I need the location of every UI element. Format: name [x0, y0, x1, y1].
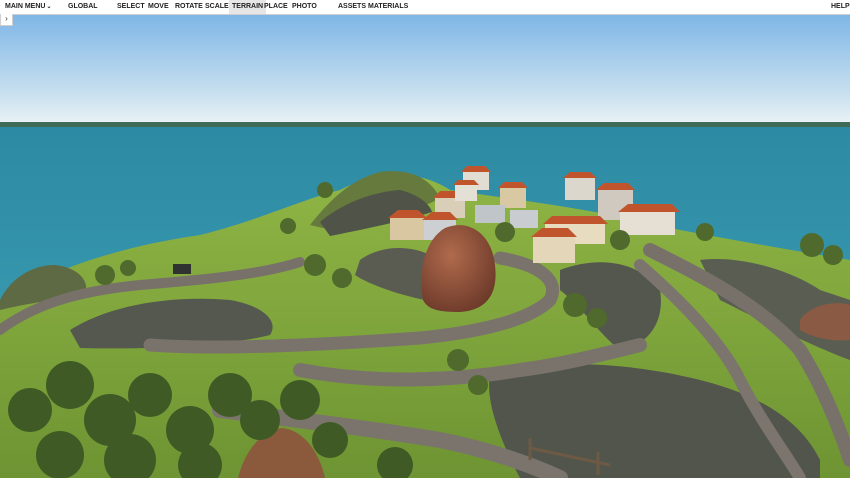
main-menu-button[interactable]: MAIN MENU⌄ [2, 0, 54, 14]
palm-tree [447, 349, 469, 371]
rotate-tool-button[interactable]: ROTATE [172, 0, 206, 14]
help-button[interactable]: HELP [828, 0, 850, 14]
palm-tree [563, 293, 587, 317]
3d-viewport[interactable] [0, 15, 850, 478]
palm-tree [468, 375, 488, 395]
sidebar-toggle-button[interactable]: › [0, 14, 13, 26]
house [390, 218, 425, 240]
palm-tree [280, 218, 296, 234]
house-roof [543, 216, 608, 224]
top-toolbar: MAIN MENU⌄ GLOBAL SELECT MOVE ROTATE SCA… [0, 0, 850, 15]
chevron-down-icon: ⌄ [46, 4, 52, 10]
main-menu-label: MAIN MENU [5, 3, 46, 10]
house [455, 185, 477, 201]
palm-tree [823, 245, 843, 265]
palm-tree [120, 260, 136, 276]
sky [0, 15, 850, 127]
palm-tree [495, 222, 515, 242]
house [620, 210, 675, 235]
palm-tree [317, 182, 333, 198]
palm-tree [95, 265, 115, 285]
house [475, 205, 505, 223]
horizon-land [0, 122, 850, 127]
move-tool-button[interactable]: MOVE [145, 0, 172, 14]
house-roof [618, 204, 680, 212]
palm-tree [332, 268, 352, 288]
palm-tree [696, 223, 714, 241]
signboard [173, 264, 191, 274]
photo-tool-button[interactable]: PHOTO [289, 0, 320, 14]
palm-tree [304, 254, 326, 276]
assets-button[interactable]: ASSETS [335, 0, 369, 14]
house [565, 178, 595, 200]
house [510, 210, 538, 228]
palm-tree [800, 233, 824, 257]
palm-tree [610, 230, 630, 250]
palm-tree [587, 308, 607, 328]
place-tool-button[interactable]: PLACE [261, 0, 291, 14]
global-button[interactable]: GLOBAL [65, 0, 101, 14]
select-tool-button[interactable]: SELECT [114, 0, 148, 14]
chevron-right-icon: › [5, 14, 8, 23]
materials-button[interactable]: MATERIALS [365, 0, 411, 14]
house [533, 235, 575, 263]
scale-tool-button[interactable]: SCALE [202, 0, 232, 14]
